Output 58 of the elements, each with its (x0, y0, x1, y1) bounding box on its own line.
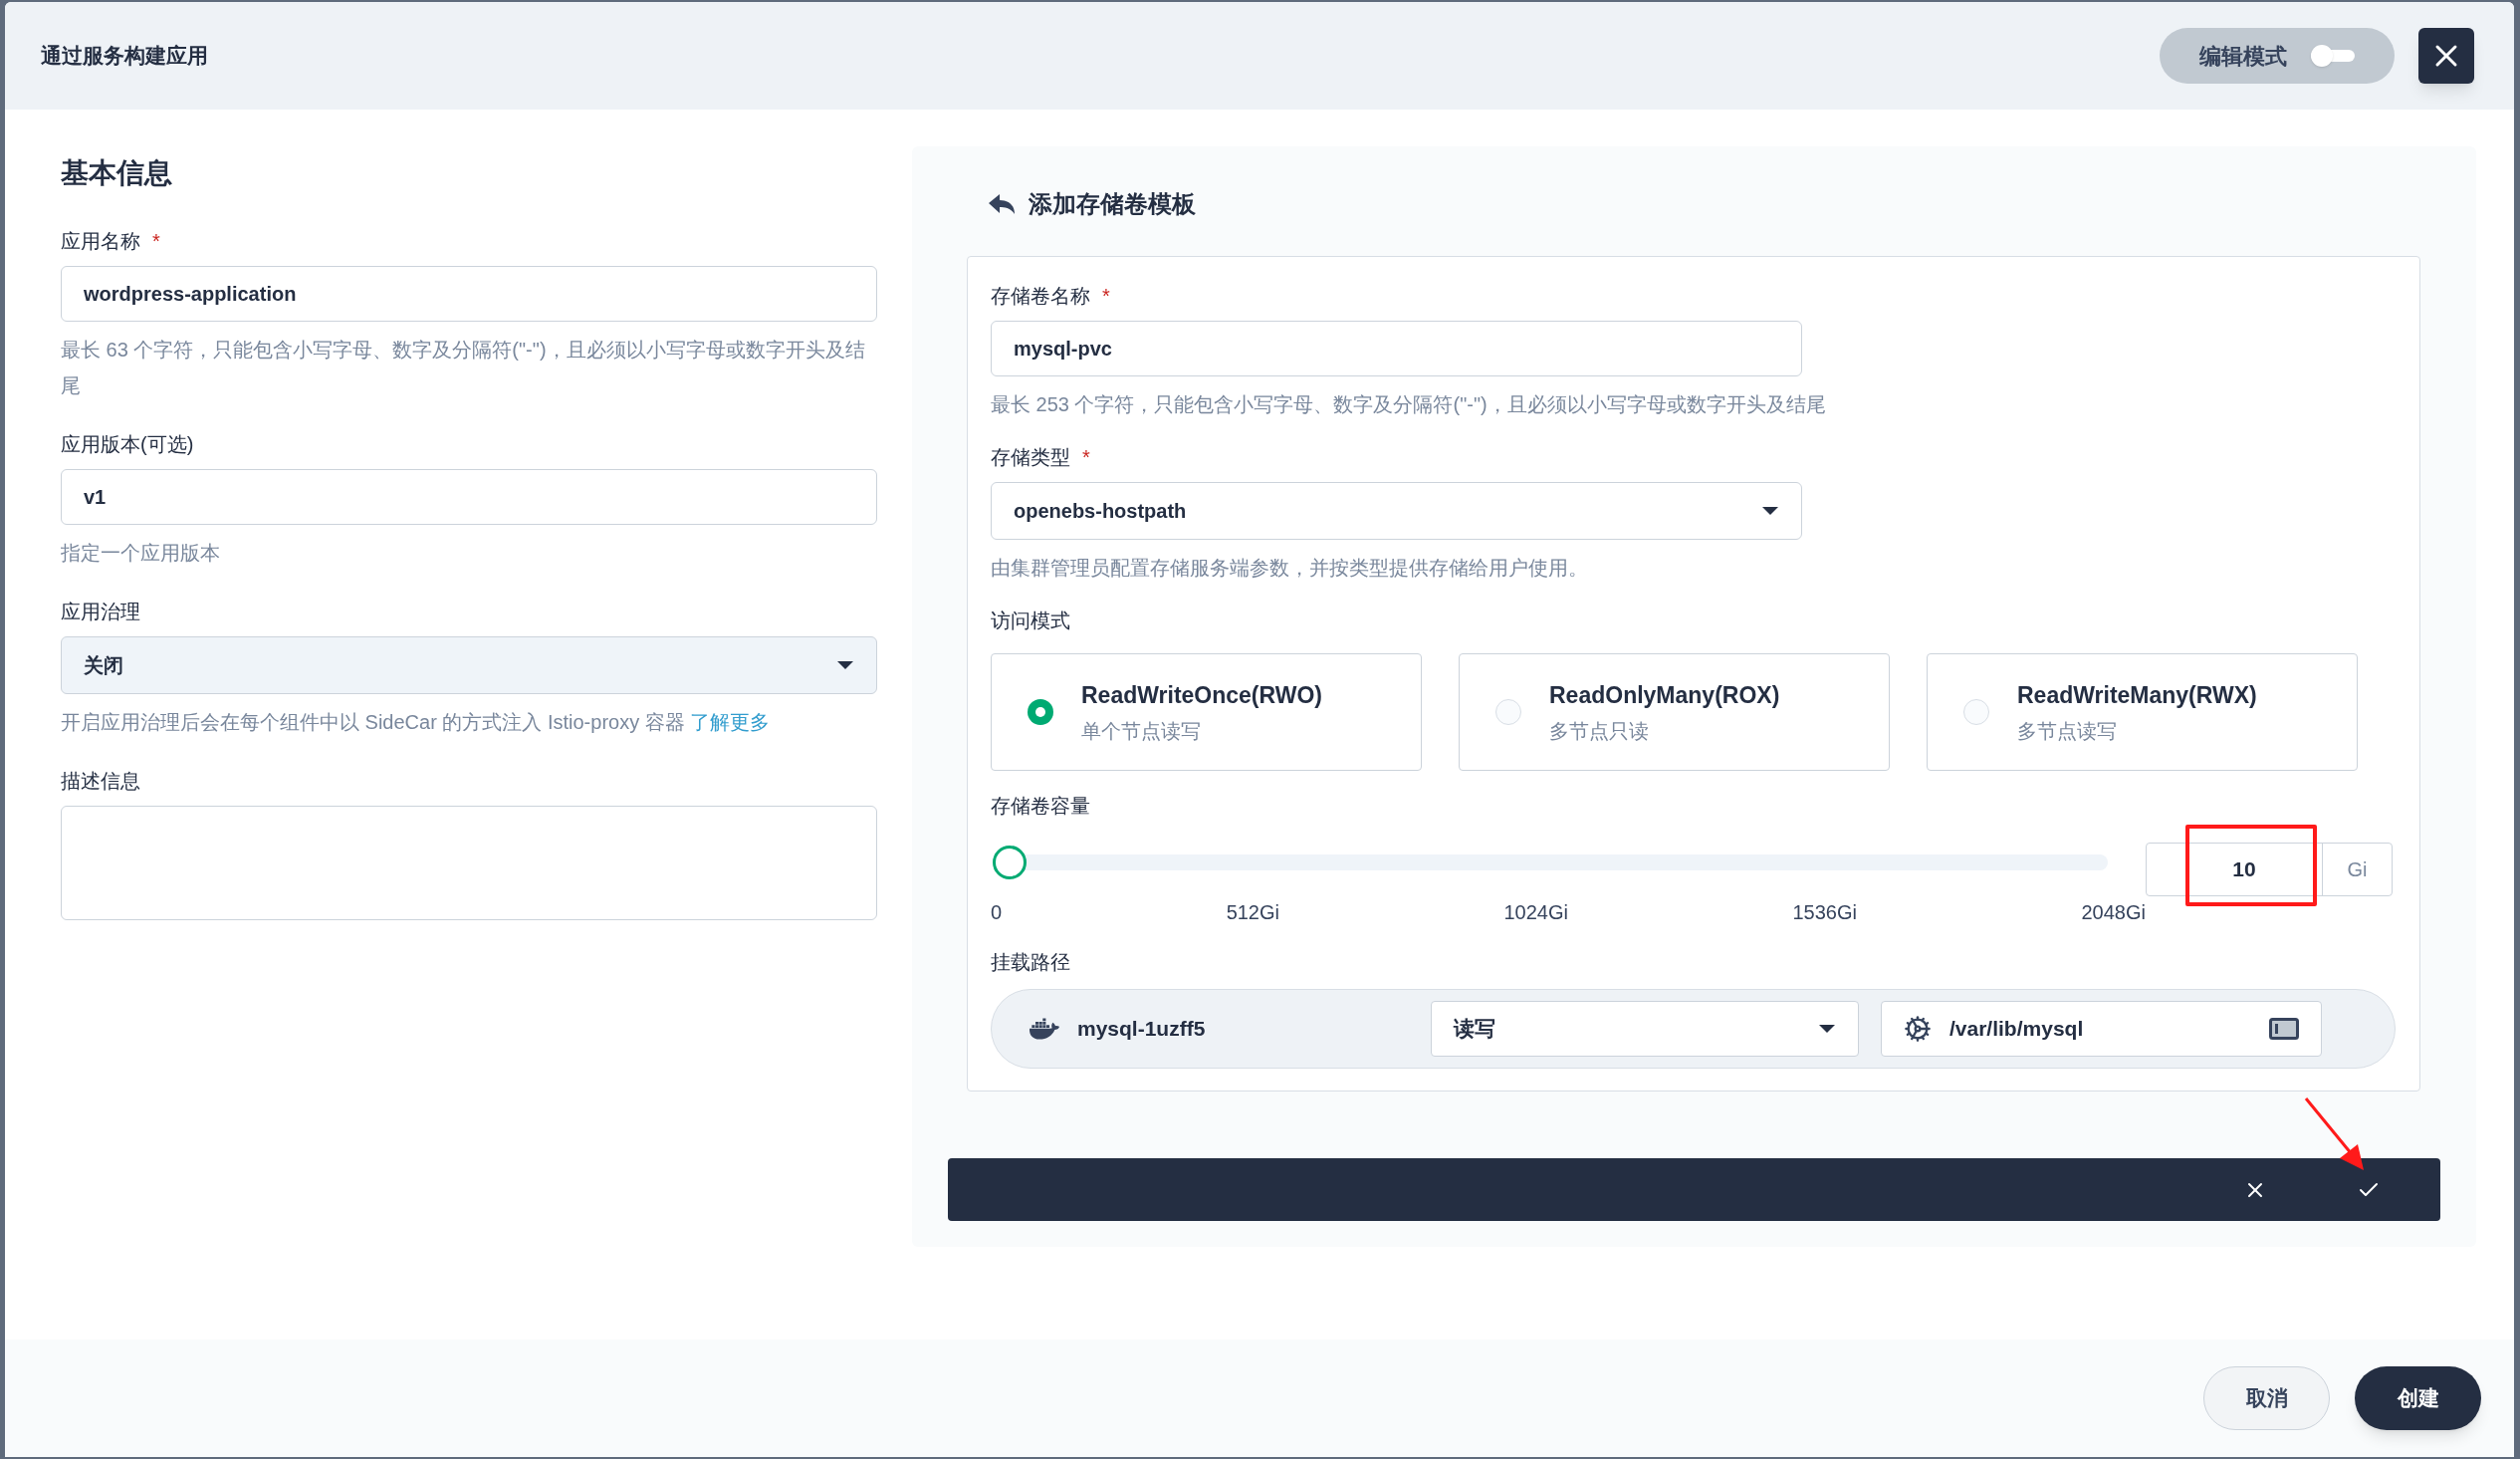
text-field[interactable]: mysql-pvc (991, 321, 1802, 376)
slider-thumb[interactable] (992, 846, 1027, 879)
section-heading: 基本信息 (61, 156, 173, 190)
select-field[interactable]: openebs-hostpath (991, 482, 1802, 540)
edit-mode-toggle[interactable]: 编辑模式 (2160, 28, 2395, 84)
radio-button[interactable] (1963, 699, 1989, 725)
unit-label: Gi (2322, 844, 2392, 895)
field-label: 存储卷容量 (991, 794, 1091, 819)
gear-icon (1904, 1015, 1932, 1043)
panel-heading: 添加存储卷模板 (1029, 189, 1196, 219)
hint-text: 由集群管理员配置存储服务端参数，并按类型提供存储给用户使用。 (991, 556, 1589, 581)
option-subtitle: 多节点读写 (2017, 719, 2118, 745)
radio-button[interactable] (1028, 699, 1053, 725)
caret-icon (1761, 506, 1779, 516)
text-field[interactable]: wordpress-application (61, 266, 877, 322)
hint-text: 开启应用治理后会在每个组件中以 SideCar 的方式注入 Istio-proxy 容器 了解更多 (61, 710, 772, 735)
option-subtitle: 多节点只读 (1549, 719, 1650, 745)
field-label: 存储卷名称 (991, 284, 1090, 309)
option-title: ReadWriteOnce(RWO) (1081, 680, 1322, 710)
slider-tick-label: 0 (991, 900, 1003, 925)
hint-text: 指定一个应用版本 (61, 541, 221, 566)
slider-tick-label: 1024Gi (1503, 900, 1568, 925)
back-arrow-icon[interactable] (987, 192, 1017, 216)
capacity-field[interactable]: 10 Gi (2146, 843, 2393, 896)
field-label: 应用治理 (61, 600, 140, 624)
required-mark: * (152, 229, 160, 254)
mount-path-field[interactable]: /var/lib/mysql (1881, 1001, 2322, 1057)
close-button[interactable] (2418, 28, 2474, 84)
radio-button[interactable] (1495, 699, 1521, 725)
text-field[interactable]: v1 (61, 469, 877, 525)
slider-tick-label: 1536Gi (1792, 900, 1857, 925)
cancel-button[interactable]: 取消 (2203, 1366, 2330, 1430)
access-mode-option[interactable]: ReadWriteOnce(RWO) 单个节点读写 (991, 653, 1422, 771)
option-title: ReadOnlyMany(ROX) (1549, 680, 1780, 710)
option-subtitle: 单个节点读写 (1081, 719, 1202, 745)
slider-tick-label: 2048Gi (2081, 900, 2146, 925)
field-label: 描述信息 (61, 769, 140, 794)
option-title: ReadWriteMany(RWX) (2017, 680, 2257, 710)
field-label: 应用版本(可选) (61, 432, 194, 457)
field-label: 挂载路径 (991, 950, 1071, 975)
select-field[interactable]: 关闭 (61, 636, 877, 694)
container-name: mysql-1uzff5 (1077, 1016, 1207, 1043)
field-label: 访问模式 (991, 608, 1071, 633)
required-mark: * (1082, 445, 1090, 470)
terminal-icon[interactable] (2269, 1018, 2299, 1040)
field-label: 应用名称 (61, 229, 140, 254)
dialog-title: 通过服务构建应用 (41, 43, 208, 70)
caret-icon (836, 660, 854, 670)
required-mark: * (1102, 284, 1110, 309)
field-label: 存储类型 (991, 445, 1070, 470)
create-button[interactable]: 创建 (2355, 1366, 2481, 1430)
access-select-field[interactable]: 读写 (1431, 1001, 1859, 1057)
caret-icon (1818, 1024, 1836, 1034)
slider-tick-label: 512Gi (1226, 900, 1279, 925)
access-mode-option[interactable]: ReadOnlyMany(ROX) 多节点只读 (1459, 653, 1890, 771)
access-mode-option[interactable]: ReadWriteMany(RWX) 多节点读写 (1927, 653, 2358, 771)
hint-text: 最长 63 个字符，只能包含小写字母、数字及分隔符("-")，且必须以小写字母或数字开头及结尾 (61, 338, 866, 398)
hint-text: 最长 253 个字符，只能包含小写字母、数字及分隔符("-")，且必须以小写字母或数字开头及结尾 (991, 392, 1827, 417)
